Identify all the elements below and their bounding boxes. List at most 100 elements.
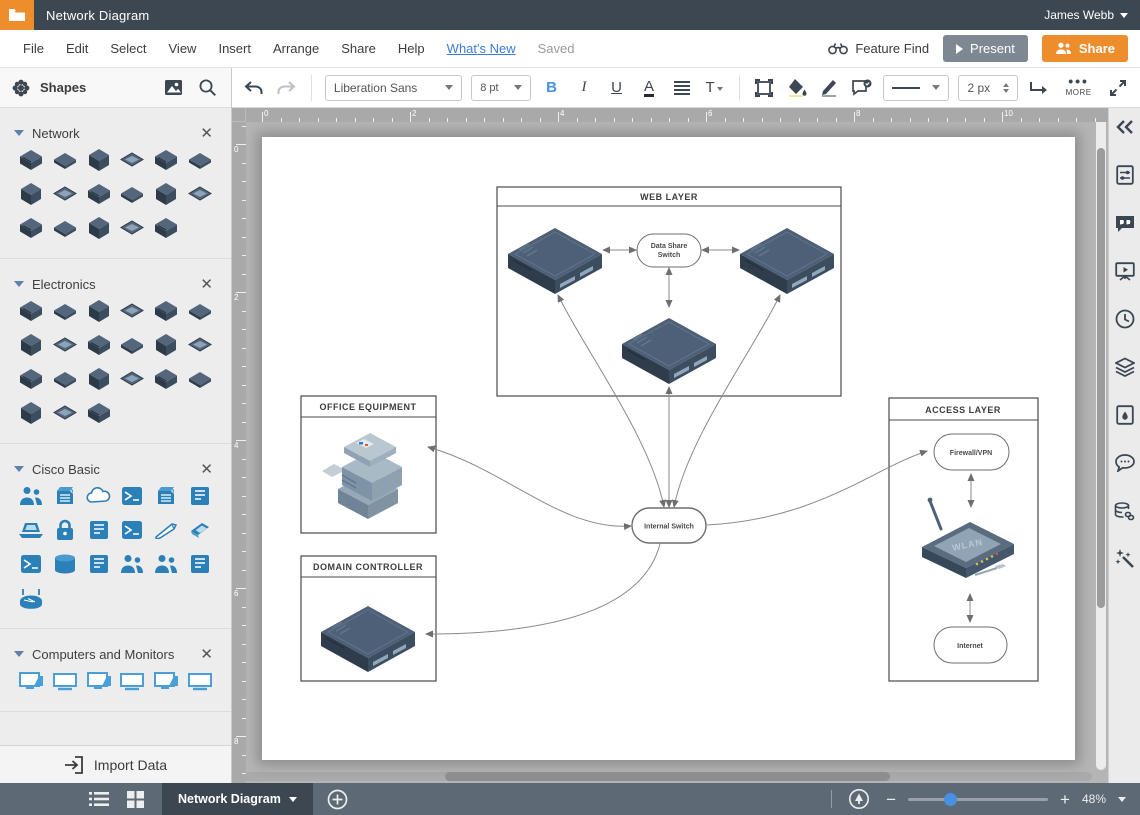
storage-cylinder-icon[interactable] [48, 550, 82, 578]
connector-type-button[interactable] [1027, 75, 1051, 101]
horizontal-scrollbar[interactable] [232, 772, 1092, 781]
section-close-icon[interactable]: ✕ [196, 460, 217, 479]
storage-array-icon[interactable] [183, 180, 217, 208]
search-icon[interactable] [195, 76, 219, 100]
redo-button[interactable] [275, 75, 299, 101]
workstation-icon[interactable] [115, 516, 149, 544]
atm-switch-icon[interactable] [82, 550, 116, 578]
internet-node[interactable]: Internet [934, 627, 1007, 663]
ups-icon[interactable] [183, 550, 217, 578]
pc-tower-icon[interactable] [48, 365, 82, 393]
calculator-icon[interactable] [115, 297, 149, 325]
add-page-icon[interactable] [323, 784, 353, 814]
workstation-user-icon[interactable] [14, 482, 48, 510]
surround-system-icon[interactable] [82, 297, 116, 325]
page-tab[interactable]: Network Diagram [162, 783, 313, 815]
user-account-menu[interactable]: James Webb [1044, 8, 1128, 22]
section-close-icon[interactable]: ✕ [196, 124, 217, 143]
cloud-icon[interactable] [82, 482, 116, 510]
data-linking-icon[interactable] [1114, 500, 1136, 522]
line-width-stepper[interactable]: 2 px [958, 75, 1018, 101]
shape-data-button[interactable] [850, 75, 874, 101]
vertical-scrollbar-thumb[interactable] [1097, 148, 1105, 608]
comments-icon[interactable] [1114, 452, 1136, 474]
fill-color-button[interactable] [785, 75, 809, 101]
menu-edit[interactable]: Edit [55, 41, 99, 56]
font-family-select[interactable]: Liberation Sans [325, 75, 462, 101]
italic-button[interactable]: I [572, 75, 596, 101]
ip-phone-icon[interactable] [183, 516, 217, 544]
present-button[interactable]: Present [943, 35, 1028, 62]
chevron-down-icon[interactable] [1118, 797, 1126, 802]
storage-unit-icon[interactable] [149, 146, 183, 174]
monitor-icon[interactable] [14, 667, 48, 695]
menu-arrange[interactable]: Arrange [262, 41, 330, 56]
menu-share[interactable]: Share [330, 41, 387, 56]
zoom-slider[interactable] [908, 798, 1048, 801]
user-pair-icon[interactable] [115, 550, 149, 578]
menu-help[interactable]: Help [387, 41, 436, 56]
shape-frame-button[interactable] [753, 75, 777, 101]
server-icon[interactable] [115, 482, 149, 510]
fax-icon[interactable] [48, 214, 82, 242]
headset-icon[interactable] [183, 331, 217, 359]
image-library-icon[interactable] [161, 76, 185, 100]
diagram-page[interactable]: WLAN WEB LAYER OFFICE EQUIPMENT [262, 137, 1075, 760]
plotter-icon[interactable] [82, 146, 116, 174]
share-button[interactable]: Share [1042, 35, 1128, 62]
pda-icon[interactable] [14, 331, 48, 359]
scanner-icon[interactable] [115, 180, 149, 208]
server-icon[interactable] [14, 146, 48, 174]
zoom-level[interactable]: 48% [1082, 792, 1106, 806]
speaker-pair-icon[interactable] [14, 297, 48, 325]
font-size-select[interactable]: 8 pt [471, 75, 531, 101]
switch-icon[interactable] [48, 482, 82, 510]
home-theater-icon[interactable] [48, 297, 82, 325]
section-collapse-icon[interactable] [14, 466, 24, 472]
hub-icon[interactable] [82, 180, 116, 208]
flatscreen-icon[interactable] [82, 399, 116, 427]
section-collapse-icon[interactable] [14, 651, 24, 657]
section-close-icon[interactable]: ✕ [196, 645, 217, 664]
media-player-icon[interactable] [82, 365, 116, 393]
menu-insert[interactable]: Insert [207, 41, 262, 56]
touchpad-icon[interactable] [82, 331, 116, 359]
text-color-button[interactable]: A [637, 75, 661, 101]
line-color-button[interactable] [818, 75, 842, 101]
feature-find-button[interactable]: Feature Find [828, 41, 929, 56]
printer-icon[interactable] [115, 146, 149, 174]
laptop-icon[interactable] [48, 667, 82, 695]
underline-button[interactable]: U [605, 75, 629, 101]
more-tools-button[interactable]: ••• MORE [1060, 78, 1098, 97]
mini-server-icon[interactable] [149, 180, 183, 208]
fit-to-screen-icon[interactable] [844, 784, 874, 814]
display-icon[interactable] [115, 667, 149, 695]
whats-new-link[interactable]: What's New [436, 41, 527, 56]
switch-icon[interactable] [14, 180, 48, 208]
crt-monitor-icon[interactable] [183, 667, 217, 695]
speaker-set-icon[interactable] [48, 399, 82, 427]
theme-styles-icon[interactable] [1114, 404, 1136, 426]
small-hub-icon[interactable] [82, 214, 116, 242]
modem-unit-icon[interactable] [183, 365, 217, 393]
page-grid-view-icon[interactable] [120, 784, 150, 814]
multifunction-printer-icon[interactable] [183, 146, 217, 174]
flatbed-scanner-icon[interactable] [149, 331, 183, 359]
desktop-tower-icon[interactable] [115, 331, 149, 359]
text-align-button[interactable] [670, 75, 694, 101]
zoom-slider-knob[interactable] [944, 793, 957, 806]
vertical-scrollbar[interactable] [1096, 108, 1106, 770]
menu-view[interactable]: View [158, 41, 208, 56]
fullscreen-button[interactable] [1107, 75, 1131, 101]
app-logo-folder-icon[interactable] [0, 0, 34, 30]
page-list-view-icon[interactable] [84, 784, 114, 814]
data-share-switch-node[interactable]: Data Share Switch [637, 234, 701, 267]
stapler-icon[interactable] [149, 297, 183, 325]
game-console-icon[interactable] [149, 365, 183, 393]
office-printer-icon[interactable] [14, 214, 48, 242]
laptop-icon[interactable] [14, 516, 48, 544]
stepper-carets[interactable] [1003, 83, 1009, 93]
console-icon[interactable] [14, 399, 48, 427]
text-options-button[interactable]: T [702, 75, 726, 101]
security-lock-icon[interactable] [48, 516, 82, 544]
